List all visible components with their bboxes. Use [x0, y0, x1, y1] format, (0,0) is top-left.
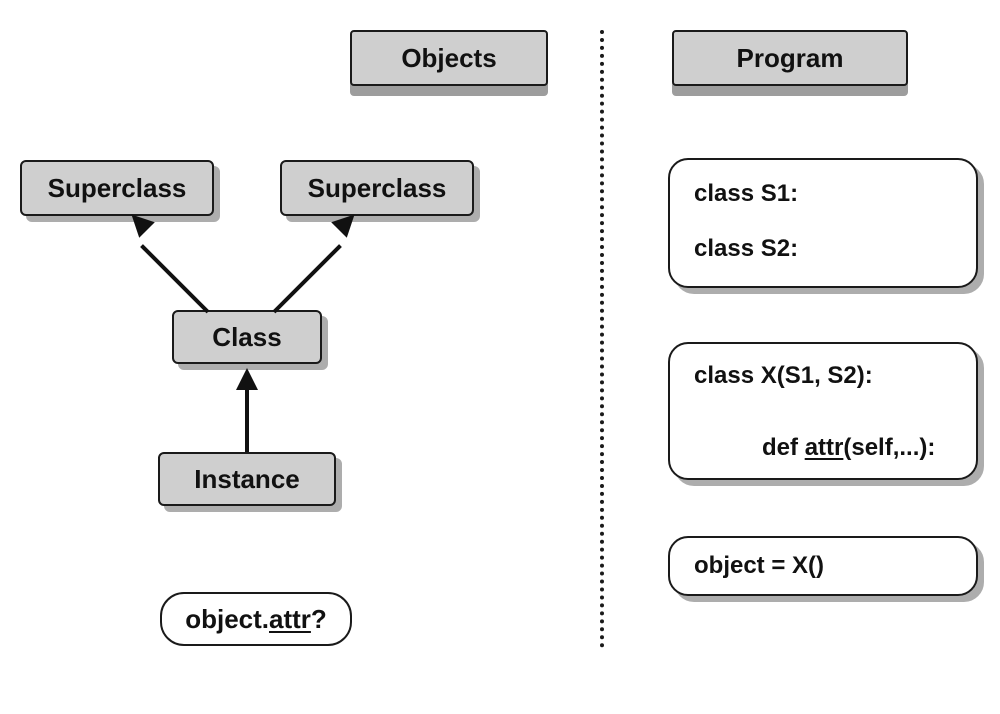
column-divider [600, 30, 604, 648]
node-superclass-right: Superclass [280, 160, 474, 216]
header-program: Program [672, 30, 908, 86]
code-line-object: object = X() [694, 552, 824, 580]
def-pre: def [762, 434, 805, 461]
header-objects: Objects [350, 30, 548, 86]
query-attr: attr [269, 604, 311, 635]
def-attr: attr [805, 434, 844, 461]
code-line-classx: class X(S1, S2): [694, 358, 952, 394]
code-instantiate: object = X() [668, 536, 978, 596]
code-superclasses: class S1: class S2: [668, 158, 978, 288]
node-instance: Instance [158, 452, 336, 506]
code-line-s1: class S1: [694, 174, 952, 215]
def-post: (self,...): [843, 434, 935, 461]
diagram-stage: { "headers": { "objects": "Objects", "pr… [0, 0, 1000, 714]
code-line-s2: class S2: [694, 229, 952, 270]
attribute-lookup-query: object.attr? [160, 592, 352, 646]
code-line-def: def attr(self,...): [694, 394, 952, 502]
query-suffix: ? [311, 604, 327, 635]
node-superclass-left: Superclass [20, 160, 214, 216]
code-class-x: class X(S1, S2): def attr(self,...): sel… [668, 342, 978, 480]
query-prefix: object. [185, 604, 269, 635]
node-class: Class [172, 310, 322, 364]
